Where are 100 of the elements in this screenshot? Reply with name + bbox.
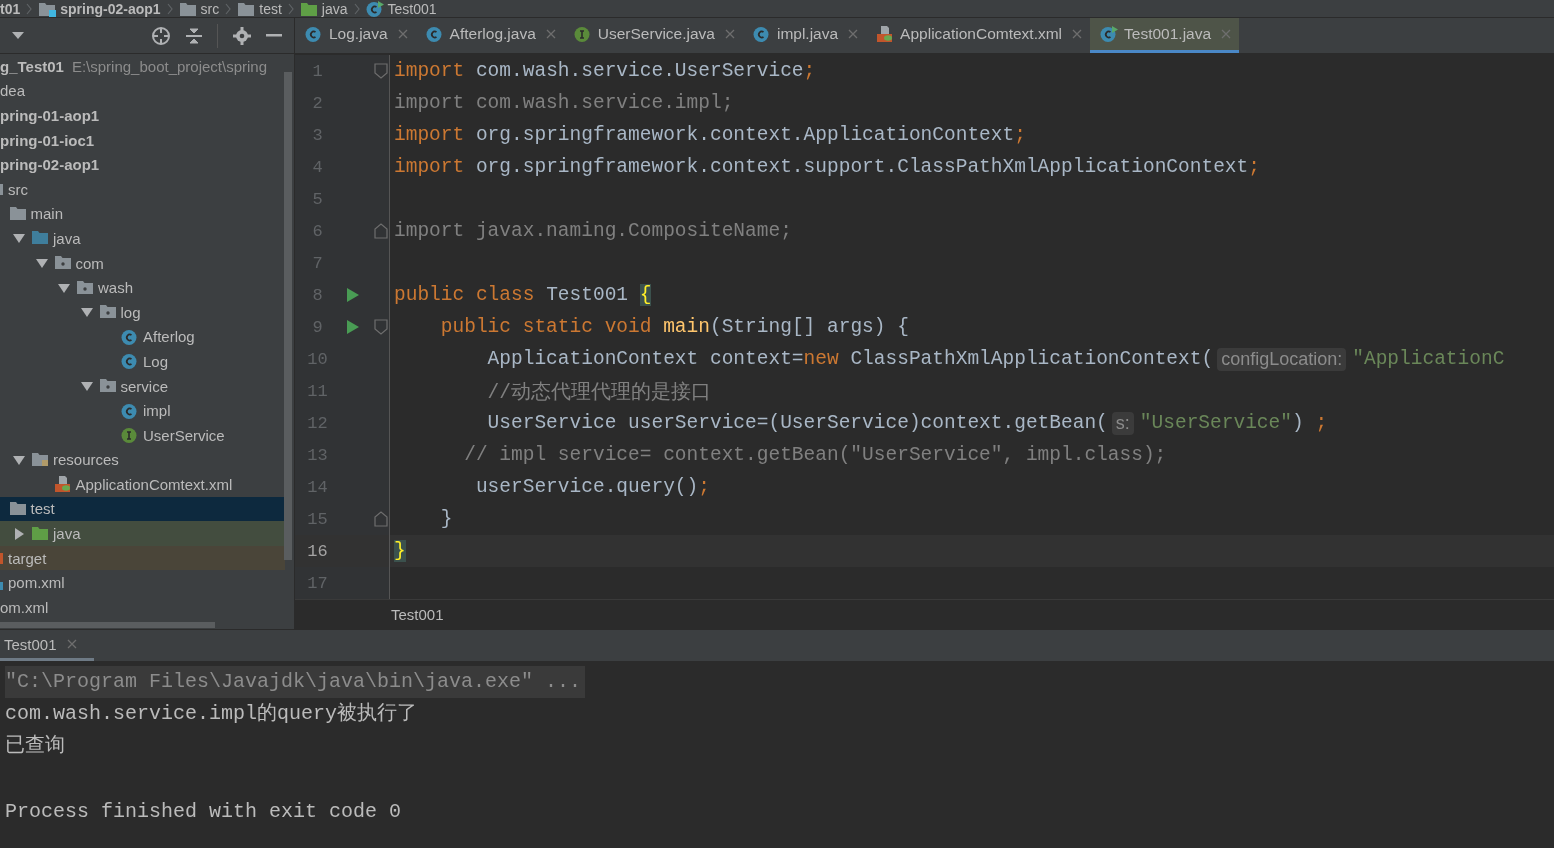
tree-row[interactable]: Afterlog xyxy=(0,324,285,350)
tree-row[interactable]: log xyxy=(0,299,285,325)
code-text: ; xyxy=(1014,124,1026,146)
editor-tab[interactable]: Test001.java xyxy=(1090,18,1240,53)
tree-row[interactable]: g_Test01 E:\spring_boot_project\spring xyxy=(0,54,285,79)
class-icon xyxy=(752,25,771,43)
tree-row[interactable]: target xyxy=(0,545,285,571)
folder-icon xyxy=(8,500,27,516)
class-icon xyxy=(121,352,139,371)
tree-row[interactable]: pring-01-ioc1 xyxy=(0,127,285,153)
close-icon[interactable] xyxy=(724,29,735,39)
editor-tab[interactable]: ApplicationComtext.xml xyxy=(866,18,1091,53)
editor-tab[interactable]: Afterlog.java xyxy=(415,18,564,53)
fold-marker-icon[interactable] xyxy=(374,511,388,527)
breadcrumb-item[interactable]: t01 xyxy=(0,1,21,16)
tree-row[interactable]: main xyxy=(0,201,285,227)
tree-item-label: Log xyxy=(143,352,169,370)
editor-tab[interactable]: impl.java xyxy=(742,18,867,53)
tree-item-label: java xyxy=(53,229,81,247)
class-icon xyxy=(121,327,139,346)
tree-row[interactable]: com xyxy=(0,250,285,276)
tree-row[interactable]: om.xml xyxy=(0,595,285,620)
expanded-arrow-icon[interactable] xyxy=(58,281,70,294)
code-text: public static void xyxy=(439,316,653,338)
expanded-arrow-icon[interactable] xyxy=(13,232,25,245)
code-text: import xyxy=(394,124,466,146)
package-icon xyxy=(98,303,117,320)
tree-row[interactable]: pring-01-aop1 xyxy=(0,103,285,128)
fold-marker-icon[interactable] xyxy=(374,63,388,79)
code-text: Test001 xyxy=(546,284,630,306)
tree-row[interactable]: dea xyxy=(0,78,285,104)
close-icon[interactable] xyxy=(1072,29,1083,39)
close-icon[interactable] xyxy=(397,29,408,39)
expanded-arrow-icon[interactable] xyxy=(80,380,93,392)
tree-item-label: com xyxy=(75,254,104,272)
fold-marker-icon[interactable] xyxy=(374,319,388,335)
tree-item-label: impl xyxy=(143,402,171,420)
tree-row[interactable]: pring-02-aop1 xyxy=(0,152,285,177)
expanded-arrow-icon[interactable] xyxy=(13,453,25,466)
tree-row[interactable]: pom.xml xyxy=(0,570,285,596)
minimize-icon[interactable] xyxy=(266,33,282,38)
close-icon[interactable] xyxy=(848,29,859,39)
close-icon[interactable] xyxy=(66,639,77,649)
breadcrumb-item[interactable]: java xyxy=(321,1,348,16)
tree-row[interactable]: test xyxy=(0,496,285,522)
tree-item-label: ApplicationComtext.xml xyxy=(75,475,233,493)
class-icon xyxy=(425,25,444,43)
source-folder-icon xyxy=(31,229,49,246)
expanded-arrow-icon[interactable] xyxy=(80,306,93,319)
tree-row[interactable]: impl xyxy=(0,398,285,423)
tree-item-label: java xyxy=(53,525,81,543)
run-icon[interactable] xyxy=(346,287,360,303)
collapse-all-icon[interactable] xyxy=(185,25,203,46)
tree-row[interactable]: java xyxy=(0,226,285,251)
breadcrumb-item[interactable]: spring-02-aop1 xyxy=(60,1,161,16)
expanded-arrow-icon[interactable] xyxy=(35,257,48,270)
tree-row[interactable]: src xyxy=(0,176,285,202)
project-path: E:\spring_boot_project\spring xyxy=(71,57,268,75)
settings-icon[interactable] xyxy=(232,25,252,46)
interface-icon xyxy=(121,426,139,445)
tree-row[interactable]: ApplicationComtext.xml xyxy=(0,472,285,497)
tree-row[interactable]: wash xyxy=(0,275,285,300)
breadcrumb-item[interactable]: Test001 xyxy=(387,1,437,16)
code-text: ) xyxy=(1291,412,1305,434)
fold-marker-icon[interactable] xyxy=(374,223,388,239)
matched-brace: } xyxy=(394,540,406,562)
breadcrumb-item[interactable]: test xyxy=(259,1,282,16)
matched-brace: { xyxy=(639,284,652,306)
code-text: ; xyxy=(1315,412,1328,434)
tree-item-label: wash xyxy=(98,279,134,297)
chevron-icon xyxy=(353,2,360,15)
vertical-scrollbar[interactable] xyxy=(284,72,292,560)
parameter-hint: s: xyxy=(1111,411,1134,435)
tree-row[interactable]: service xyxy=(0,373,285,399)
run-icon[interactable] xyxy=(346,319,360,335)
code-text: ApplicationContext context= xyxy=(486,348,804,370)
crosshair-icon[interactable] xyxy=(151,25,171,46)
resources-folder-icon xyxy=(31,450,49,467)
editor-tab[interactable]: UserService.java xyxy=(563,18,743,53)
editor-tab[interactable]: Log.java xyxy=(295,18,416,53)
tree-item-label: resources xyxy=(53,451,119,469)
code-text: import xyxy=(394,156,466,178)
code-text: UserService userService=(UserService)context.getBean( xyxy=(486,412,1108,434)
tree-row[interactable]: Log xyxy=(0,349,285,374)
folder-icon xyxy=(8,204,27,221)
collapsed-arrow-icon[interactable] xyxy=(13,527,25,540)
interface-icon xyxy=(573,25,592,43)
breadcrumb-item[interactable]: src xyxy=(200,1,220,16)
tree-row[interactable]: java xyxy=(0,521,285,546)
tree-item-label: dea xyxy=(0,82,26,100)
dropdown-caret-icon[interactable] xyxy=(12,31,24,40)
code-text: new xyxy=(803,348,840,370)
close-icon[interactable] xyxy=(545,29,556,39)
tree-row[interactable]: resources xyxy=(0,447,285,473)
editor-breadcrumb[interactable]: Test001 xyxy=(391,606,444,623)
tree-row[interactable]: UserService xyxy=(0,422,285,448)
tree-item-label: pring-01-ioc1 xyxy=(0,131,95,149)
horizontal-scrollbar[interactable] xyxy=(0,622,215,628)
chevron-icon xyxy=(225,2,232,15)
chevron-icon xyxy=(287,2,294,15)
